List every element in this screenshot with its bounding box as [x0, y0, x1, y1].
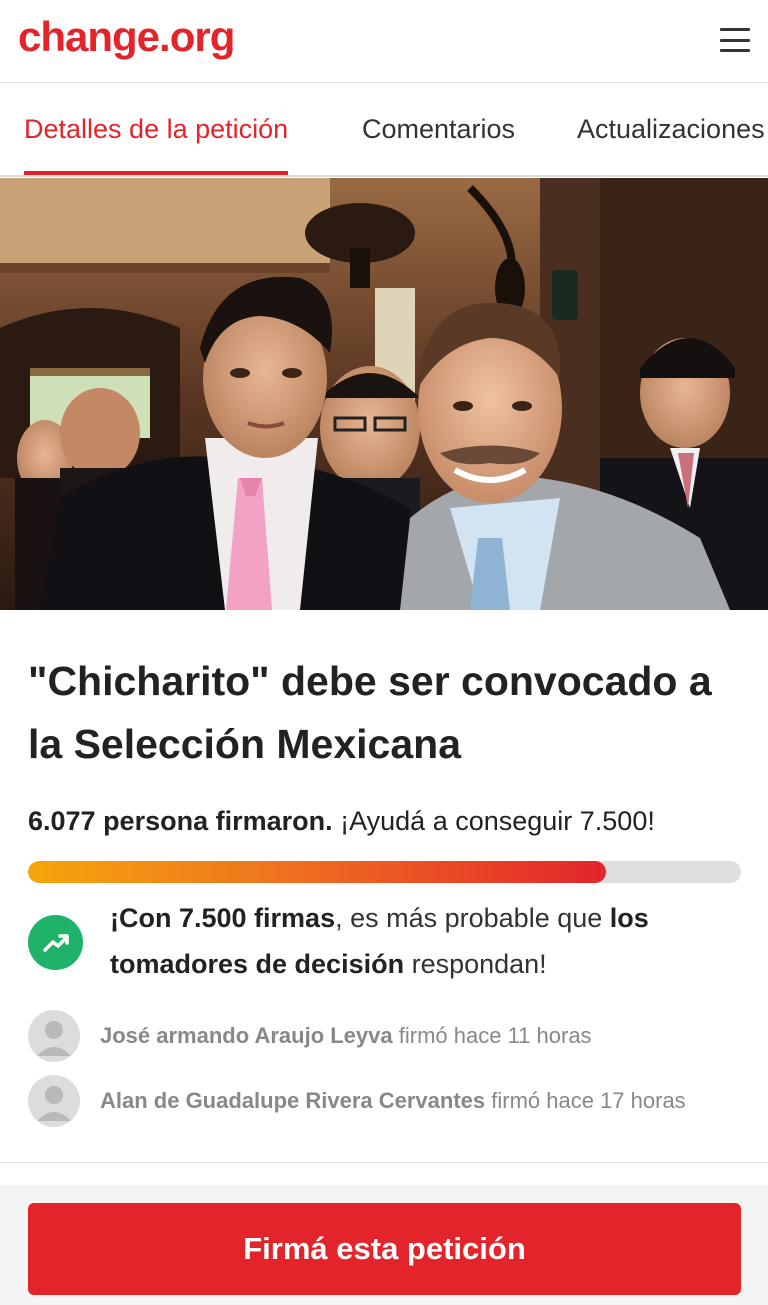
- trending-up-icon: [28, 915, 83, 970]
- signed-time: firmó hace 17 horas: [485, 1088, 686, 1113]
- signer-info: José armando Araujo Leyva firmó hace 11 …: [100, 1021, 592, 1051]
- goal-text: ¡Ayudá a conseguir 7.500!: [332, 806, 655, 836]
- avatar: [28, 1010, 80, 1062]
- sign-petition-button[interactable]: Firmá esta petición: [28, 1203, 741, 1295]
- petition-tabs: Detalles de la petición Comentarios Actu…: [0, 83, 768, 177]
- signed-count-text: 6.077 persona firmaron.: [28, 806, 333, 836]
- goal-message: ¡Con 7.500 firmas, es más probable que l…: [28, 895, 748, 995]
- divider: [0, 1162, 768, 1163]
- petition-photo: [0, 178, 768, 610]
- signer-name: Alan de Guadalupe Rivera Cervantes: [100, 1088, 486, 1113]
- top-bar: change.org: [0, 0, 768, 83]
- goal-connector: , es más probable que: [335, 903, 610, 933]
- tab-petition-details[interactable]: Detalles de la petición: [24, 83, 289, 175]
- signer-info: Alan de Guadalupe Rivera Cervantes firmó…: [100, 1086, 686, 1116]
- petition-title: "Chicharito" debe ser convocado a la Sel…: [28, 658, 712, 767]
- progress-fill: [28, 861, 606, 883]
- signature-count: 6.077 persona firmaron. ¡Ayudá a consegu…: [28, 803, 748, 839]
- signed-time: firmó hace 11 horas: [392, 1023, 592, 1048]
- signer-name: José armando Araujo Leyva: [100, 1023, 393, 1048]
- tab-comments[interactable]: Comentarios: [362, 83, 515, 175]
- change-org-logo[interactable]: change.org: [18, 12, 235, 62]
- avatar: [28, 1075, 80, 1127]
- signature-progress-bar: [28, 861, 741, 883]
- goal-message-text: ¡Con 7.500 firmas, es más probable que l…: [110, 895, 750, 987]
- goal-respond: respondan!: [404, 949, 547, 979]
- goal-signatures: ¡Con 7.500 firmas: [110, 903, 336, 933]
- hamburger-menu-icon[interactable]: [720, 28, 750, 52]
- recent-signer: Alan de Guadalupe Rivera Cervantes firmó…: [28, 1075, 748, 1127]
- tab-updates[interactable]: Actualizaciones: [577, 83, 765, 175]
- recent-signer: José armando Araujo Leyva firmó hace 11 …: [28, 1010, 748, 1062]
